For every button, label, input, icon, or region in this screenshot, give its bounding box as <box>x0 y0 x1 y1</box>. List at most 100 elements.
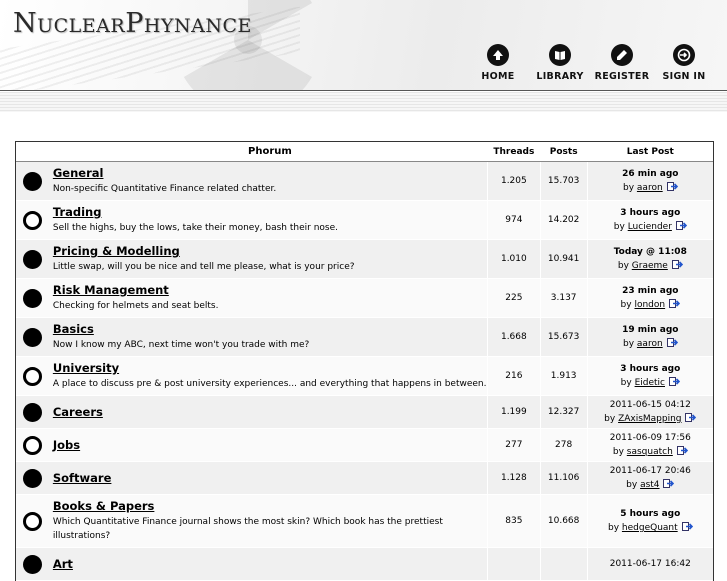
forum-title-link[interactable]: Risk Management <box>53 283 169 298</box>
nav-label: REGISTER <box>594 71 650 82</box>
header-stripe-band <box>0 92 727 112</box>
by-label: by <box>626 480 638 490</box>
forum-rows: General Non-specific Quantitative Financ… <box>16 162 713 581</box>
go-to-post-icon[interactable] <box>676 446 688 455</box>
site-header: NuclearPhynance HOME LIBRARY REGISTER SI… <box>0 0 727 91</box>
last-post-user-link[interactable]: sasquatch <box>627 447 673 457</box>
last-post-user-link[interactable]: Graeme <box>632 261 668 271</box>
nav-library[interactable]: LIBRARY <box>529 44 591 82</box>
nav-register[interactable]: REGISTER <box>591 44 653 82</box>
nav-label: SIGN IN <box>662 71 706 82</box>
by-label: by <box>612 447 624 457</box>
thread-count: 277 <box>486 429 540 461</box>
post-count: 10.941 <box>539 240 587 278</box>
by-label: by <box>623 183 635 193</box>
nav-home[interactable]: HOME <box>467 44 529 82</box>
forum-title-link[interactable]: Pricing & Modelling <box>53 244 180 259</box>
post-count: 15.673 <box>539 318 587 356</box>
forum-description: Sell the highs, buy the lows, take their… <box>52 223 338 233</box>
forum-row: Basics Now I know my ABC, next time won'… <box>16 318 713 357</box>
forum-title-link[interactable]: Art <box>53 557 73 572</box>
forum-table: Phorum Threads Posts Last Post General N… <box>15 141 714 581</box>
last-post-user-link[interactable]: ast4 <box>640 480 659 490</box>
forum-row: Trading Sell the highs, buy the lows, ta… <box>16 201 713 240</box>
post-count: 278 <box>539 429 587 461</box>
last-post-user-link[interactable]: hedgeQuant <box>622 523 678 533</box>
forum-status-icon <box>23 435 43 455</box>
last-post: Today @ 11:08 by Graeme <box>586 240 713 278</box>
last-post-user-link[interactable]: Luciender <box>628 222 672 232</box>
col-posts: Posts <box>539 146 587 157</box>
forum-title-link[interactable]: Careers <box>53 405 103 420</box>
thread-count: 225 <box>486 279 540 317</box>
last-post-time: 2011-06-17 16:42 <box>609 559 691 569</box>
forum-title-link[interactable]: Software <box>53 471 112 486</box>
by-label: by <box>620 300 632 310</box>
go-to-post-icon[interactable] <box>666 338 678 347</box>
nav-label: LIBRARY <box>536 71 584 82</box>
last-post-user-link[interactable]: Eidetic <box>635 378 665 388</box>
last-post: 26 min ago by aaron <box>586 162 713 200</box>
last-post: 2011-06-17 20:46 by ast4 <box>586 462 713 494</box>
last-post-time: 19 min ago <box>622 325 679 335</box>
forum-title-link[interactable]: Books & Papers <box>53 499 155 514</box>
last-post-user-link[interactable]: london <box>634 300 665 310</box>
last-post: 2011-06-15 04:12 by ZAxisMapping <box>586 396 713 428</box>
forum-row: Books & Papers Which Quantitative Financ… <box>16 495 713 548</box>
forum-title-link[interactable]: Basics <box>53 322 94 337</box>
go-to-post-icon[interactable] <box>663 479 675 488</box>
go-to-post-icon[interactable] <box>668 299 680 308</box>
go-to-post-icon[interactable] <box>666 182 678 191</box>
last-post: 3 hours ago by Eidetic <box>586 357 713 395</box>
post-count <box>539 548 587 580</box>
last-post-by: by london <box>621 298 680 312</box>
forum-status-icon <box>23 288 43 308</box>
forum-status-icon <box>23 210 43 230</box>
by-label: by <box>617 261 629 271</box>
thread-count: 1.205 <box>486 162 540 200</box>
go-to-post-icon[interactable] <box>671 260 683 269</box>
thread-count: 1.668 <box>486 318 540 356</box>
forum-status-icon <box>23 402 43 422</box>
last-post-time: Today @ 11:08 <box>613 247 687 257</box>
pencil-icon <box>611 44 633 66</box>
forum-status-icon <box>23 171 43 191</box>
last-post-by: by aaron <box>623 181 678 195</box>
last-post-time: 5 hours ago <box>620 509 681 519</box>
forum-row: University A place to discuss pre & post… <box>16 357 713 396</box>
site-logo[interactable]: NuclearPhynance <box>13 8 252 39</box>
forum-status-icon <box>23 249 43 269</box>
thread-count: 1.010 <box>486 240 540 278</box>
col-phorum: Phorum <box>248 146 292 157</box>
last-post: 3 hours ago by Luciender <box>586 201 713 239</box>
forum-title-link[interactable]: University <box>53 361 119 376</box>
last-post-user-link[interactable]: aaron <box>637 339 663 349</box>
last-post-user-link[interactable]: aaron <box>637 183 663 193</box>
by-label: by <box>620 378 632 388</box>
last-post-by: by Graeme <box>618 259 683 273</box>
thread-count: 974 <box>486 201 540 239</box>
last-post: 2011-06-17 16:42 <box>586 548 713 580</box>
forum-title-link[interactable]: Jobs <box>53 438 80 453</box>
by-label: by <box>613 222 625 232</box>
col-threads: Threads <box>486 146 540 157</box>
forum-row: Jobs 277 278 2011-06-09 17:56 by sasquat… <box>16 429 713 462</box>
forum-row: Careers 1.199 12.327 2011-06-15 04:12 by… <box>16 396 713 429</box>
last-post-by: by aaron <box>623 337 678 351</box>
nav-sign-in[interactable]: SIGN IN <box>653 44 715 82</box>
last-post-user-link[interactable]: ZAxisMapping <box>618 414 681 424</box>
go-to-post-icon[interactable] <box>668 377 680 386</box>
last-post-by: by ZAxisMapping <box>604 412 697 426</box>
forum-title-link[interactable]: General <box>53 166 104 181</box>
go-to-post-icon[interactable] <box>685 413 697 422</box>
go-to-post-icon[interactable] <box>675 221 687 230</box>
go-to-post-icon[interactable] <box>681 522 693 531</box>
last-post-time: 23 min ago <box>622 286 679 296</box>
forum-title-link[interactable]: Trading <box>53 205 102 220</box>
last-post: 23 min ago by london <box>586 279 713 317</box>
forum-description: Little swap, will you be nice and tell m… <box>52 262 355 272</box>
forum-status-icon <box>23 366 43 386</box>
sign-in-icon <box>673 44 695 66</box>
thread-count: 1.128 <box>486 462 540 494</box>
last-post-by: by sasquatch <box>613 445 688 459</box>
